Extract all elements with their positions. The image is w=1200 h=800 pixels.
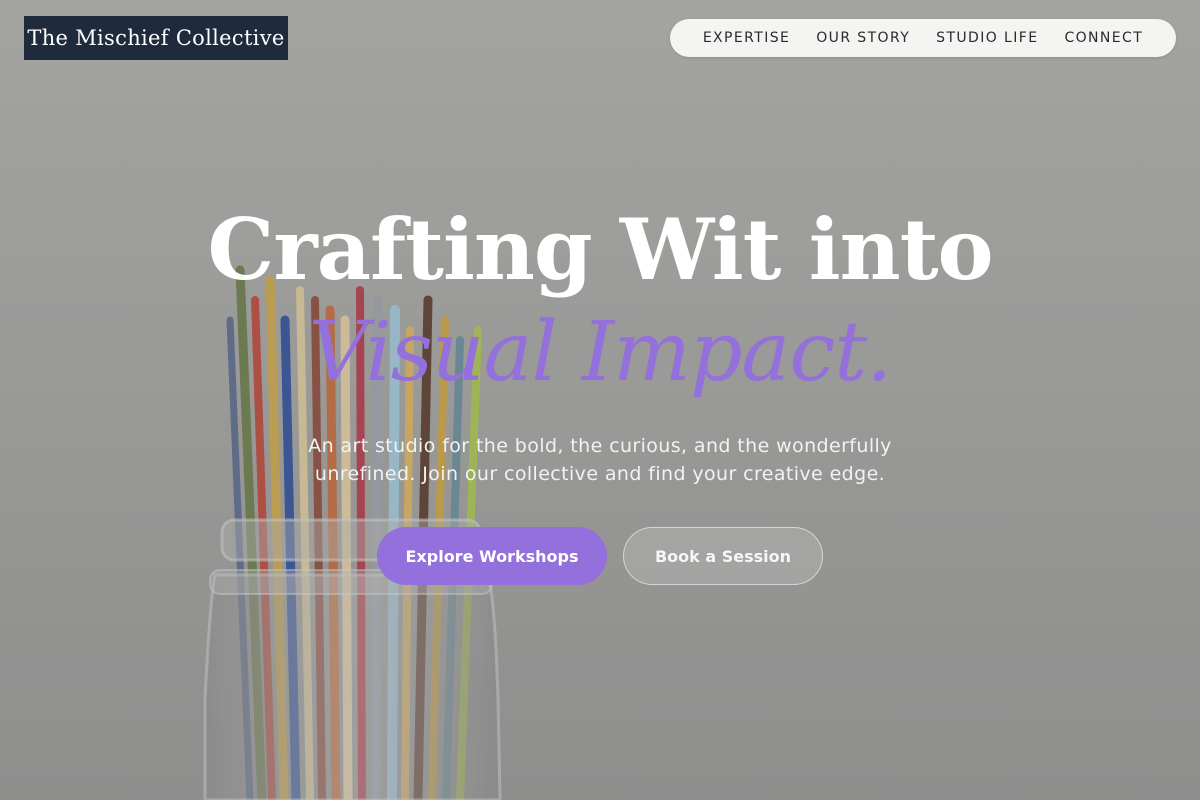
nav-item-expertise[interactable]: EXPERTISE bbox=[703, 30, 790, 46]
nav-item-studio-life[interactable]: STUDIO LIFE bbox=[936, 30, 1038, 46]
hero-subtitle: An art studio for the bold, the curious,… bbox=[308, 435, 892, 485]
hero-headline: Crafting Wit into bbox=[207, 200, 993, 299]
nav-item-our-story[interactable]: OUR STORY bbox=[816, 30, 910, 46]
main-nav: EXPERTISE OUR STORY STUDIO LIFE CONNECT bbox=[670, 19, 1176, 57]
brand-name: The Mischief Collective bbox=[27, 26, 285, 50]
brand-logo[interactable]: The Mischief Collective bbox=[24, 16, 288, 60]
nav-item-connect[interactable]: CONNECT bbox=[1064, 30, 1143, 46]
book-session-button[interactable]: Book a Session bbox=[623, 527, 823, 585]
hero-overlay bbox=[0, 0, 1200, 800]
hero-section: The Mischief Collective EXPERTISE OUR ST… bbox=[0, 0, 1200, 800]
hero-headline-accent: Visual Impact. bbox=[308, 305, 893, 400]
explore-workshops-button[interactable]: Explore Workshops bbox=[377, 527, 607, 585]
